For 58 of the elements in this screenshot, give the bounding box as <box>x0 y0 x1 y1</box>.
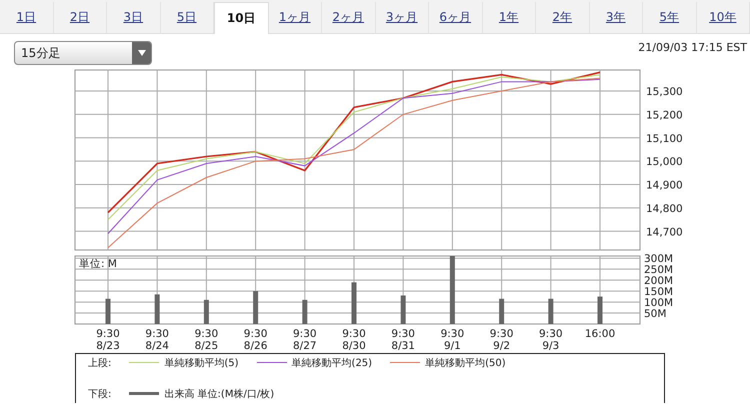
y-axis-label: 15,100 <box>646 132 683 145</box>
timestamp: 21/09/03 17:15 EST <box>638 41 747 54</box>
y-axis-label: 50M <box>644 308 666 320</box>
period-tab[interactable]: 2ヶ月 <box>322 2 376 33</box>
period-tab[interactable]: 2日 <box>54 2 107 33</box>
y-axis-label: 14,800 <box>646 202 683 215</box>
y-axis-label: 150M <box>644 286 674 298</box>
period-tab[interactable]: 1日 <box>0 2 54 33</box>
x-axis-label: 9:30 9/1 <box>440 328 464 352</box>
volume-bar <box>302 300 308 324</box>
dropdown-arrow-icon <box>138 50 146 56</box>
period-tab[interactable]: 1ヶ月 <box>268 2 322 33</box>
y-axis-label: 14,700 <box>646 226 683 238</box>
period-tab[interactable]: 3ヶ月 <box>376 2 429 33</box>
unit-label: 単位: M <box>79 258 117 270</box>
x-axis-label: 9:30 8/24 <box>145 328 169 352</box>
x-axis-label: 9:30 8/27 <box>293 328 317 352</box>
y-axis-label: 250M <box>644 264 674 276</box>
legend-text: 出来高 単位:(M株/口/枚) <box>164 388 274 400</box>
x-axis-label: 9:30 8/26 <box>244 328 268 352</box>
volume-bar <box>548 298 554 324</box>
x-axis-label: 9:30 8/31 <box>391 328 415 352</box>
period-tab[interactable]: 1年 <box>482 2 536 33</box>
x-axis-label: 9:30 8/23 <box>96 328 120 352</box>
volume-bar <box>400 295 406 324</box>
volume-bar <box>499 298 504 324</box>
y-axis-label: 300M <box>644 253 674 266</box>
legend-text: 単純移動平均(50) <box>425 356 506 370</box>
y-axis-label: 100M <box>644 297 674 310</box>
legend-label: 下段: <box>88 388 112 400</box>
volume-bar <box>352 282 356 324</box>
y-axis-label: 200M <box>644 275 674 288</box>
x-axis-label: 9:30 9/2 <box>490 328 514 352</box>
legend-text: 単純移動平均(25) <box>292 356 372 370</box>
volume-bar <box>253 291 258 324</box>
x-axis-label: 16:00 <box>584 328 616 340</box>
volume-bar <box>204 300 209 324</box>
y-axis-label: 15,200 <box>646 109 683 122</box>
y-axis-label: 15,000 <box>646 156 683 168</box>
legend-label: 上段: <box>88 356 112 370</box>
x-axis-label: 9:30 8/30 <box>342 328 366 352</box>
volume-bar <box>450 256 455 324</box>
period-tab[interactable]: 2年 <box>536 2 590 33</box>
volume-bar <box>598 296 602 324</box>
period-tab[interactable]: 10年 <box>696 2 750 33</box>
x-axis-label: 9:30 8/25 <box>194 328 218 352</box>
volume-bar <box>154 294 160 324</box>
legend-text: 単純移動平均(5) <box>164 356 239 370</box>
period-tab[interactable]: 5年 <box>643 2 696 33</box>
period-tab[interactable]: 3日 <box>107 2 160 33</box>
y-axis-label: 15,300 <box>646 86 683 98</box>
period-tab[interactable]: 6ヶ月 <box>429 2 482 33</box>
interval-dropdown[interactable]: 15分足 <box>14 41 152 65</box>
y-axis-label: 14,900 <box>646 180 683 192</box>
x-axis-label: 9:30 9/3 <box>539 328 563 352</box>
period-tab[interactable]: 3年 <box>590 2 643 33</box>
volume-bar <box>106 298 110 324</box>
period-tab[interactable]: 10日 <box>214 2 268 34</box>
